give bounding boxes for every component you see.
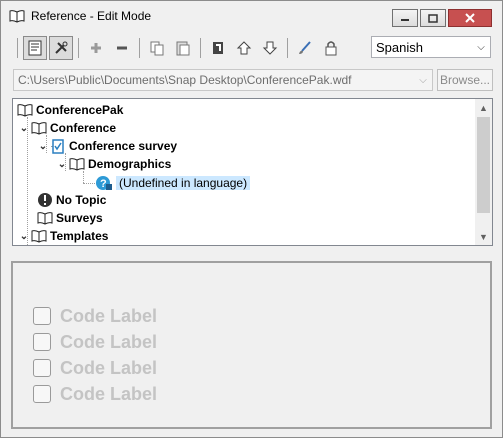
tree-item-templates[interactable]: ⌄ Templates bbox=[19, 227, 109, 245]
copy-button[interactable] bbox=[145, 36, 169, 60]
document-view-icon bbox=[28, 40, 42, 56]
copy-icon bbox=[150, 41, 164, 56]
code-checkbox[interactable] bbox=[33, 385, 51, 403]
move-up-button[interactable] bbox=[232, 36, 256, 60]
minimize-button[interactable] bbox=[392, 9, 418, 27]
code-checkbox[interactable] bbox=[33, 333, 51, 351]
minimize-icon bbox=[401, 19, 409, 21]
window-title: Reference - Edit Mode bbox=[31, 9, 152, 23]
book-open-icon bbox=[31, 122, 47, 135]
paste-icon bbox=[176, 41, 190, 56]
format-button[interactable] bbox=[293, 36, 317, 60]
code-checkbox[interactable] bbox=[33, 359, 51, 377]
book-open-icon bbox=[31, 230, 47, 243]
topic-tree[interactable]: ConferencePak ⌄ Conference ⌄ Conference … bbox=[12, 98, 493, 246]
chevron-down-icon[interactable]: ⌄ bbox=[57, 159, 67, 170]
undefined-question-icon: ? bbox=[96, 176, 112, 190]
toolbar-separator bbox=[78, 38, 79, 58]
move-down-button[interactable] bbox=[258, 36, 282, 60]
code-item[interactable]: Code Label bbox=[33, 357, 157, 379]
tree-item-no-topic[interactable]: No Topic bbox=[37, 191, 106, 209]
language-value: Spanish bbox=[376, 39, 423, 55]
chevron-down-icon: ⌵ bbox=[477, 41, 485, 53]
lock-icon bbox=[325, 41, 337, 56]
add-button[interactable] bbox=[84, 36, 108, 60]
remove-button[interactable] bbox=[110, 36, 134, 60]
tree-item-label: Surveys bbox=[56, 211, 103, 225]
language-dropdown[interactable]: Spanish ⌵ bbox=[371, 36, 491, 58]
code-label: Code Label bbox=[60, 357, 158, 378]
arrow-up-icon bbox=[236, 41, 252, 55]
book-open-icon bbox=[69, 158, 85, 171]
brush-icon bbox=[299, 41, 311, 54]
minus-icon bbox=[117, 46, 127, 50]
toolbar-separator bbox=[139, 38, 140, 58]
panel-splitter[interactable] bbox=[9, 251, 495, 257]
scrollbar-thumb[interactable] bbox=[477, 117, 490, 213]
browse-button[interactable]: Browse... bbox=[437, 69, 493, 91]
tree-item-label: Demographics bbox=[88, 157, 172, 171]
paste-button[interactable] bbox=[171, 36, 195, 60]
tree-item-label: ConferencePak bbox=[36, 103, 124, 117]
maximize-icon bbox=[428, 13, 438, 23]
file-path-combobox[interactable]: C:\Users\Public\Documents\Snap Desktop\C… bbox=[13, 69, 433, 91]
tree-item-label: Conference survey bbox=[69, 139, 178, 153]
chevron-down-icon[interactable]: ⌄ bbox=[38, 141, 48, 152]
arrow-down-icon bbox=[262, 41, 278, 55]
toolbar-separator bbox=[200, 38, 201, 58]
maximize-button[interactable] bbox=[420, 9, 446, 27]
toolbar-separator bbox=[17, 38, 18, 58]
import-icon bbox=[213, 42, 223, 54]
tree-connector bbox=[83, 183, 95, 184]
lock-button[interactable] bbox=[319, 36, 343, 60]
tree-item-conference[interactable]: ⌄ Conference bbox=[19, 119, 116, 137]
close-button[interactable] bbox=[448, 9, 492, 27]
chevron-down-icon[interactable]: ⌄ bbox=[19, 231, 29, 242]
tree-item-label: Conference bbox=[50, 121, 117, 135]
view-mode-button[interactable] bbox=[23, 36, 47, 60]
scroll-up-icon[interactable]: ▲ bbox=[475, 99, 492, 116]
code-checkbox[interactable] bbox=[33, 307, 51, 325]
reference-window: Reference - Edit Mode Spanish ⌵ C:\Users… bbox=[0, 0, 503, 438]
chevron-down-icon: ⌵ bbox=[419, 74, 427, 86]
tree-item-conferencepak[interactable]: ConferencePak bbox=[17, 101, 123, 119]
code-item[interactable]: Code Label bbox=[33, 331, 157, 353]
edit-mode-button[interactable] bbox=[49, 36, 73, 60]
import-button[interactable] bbox=[206, 36, 230, 60]
exclamation-icon bbox=[38, 193, 52, 207]
tree-scrollbar[interactable]: ▲ ▼ bbox=[475, 99, 492, 245]
chevron-down-icon[interactable]: ⌄ bbox=[19, 123, 29, 134]
code-item[interactable]: Code Label bbox=[33, 305, 157, 327]
tree-item-conference-survey[interactable]: ⌄ Conference survey bbox=[38, 137, 177, 155]
code-label: Code Label bbox=[60, 305, 158, 326]
tree-item-label: (Undefined in language) bbox=[116, 176, 251, 190]
tree-item-demographics[interactable]: ⌄ Demographics bbox=[57, 155, 172, 173]
book-open-icon bbox=[17, 104, 33, 117]
tree-item-label: Templates bbox=[50, 229, 109, 243]
code-preview-panel: Code Label Code Label Code Label Code La… bbox=[11, 261, 492, 429]
tree-item-surveys[interactable]: Surveys bbox=[37, 209, 103, 227]
close-icon bbox=[465, 13, 475, 23]
survey-clipboard-icon bbox=[52, 139, 64, 154]
code-item[interactable]: Code Label bbox=[33, 383, 157, 405]
title-bar: Reference - Edit Mode bbox=[1, 1, 502, 31]
code-label: Code Label bbox=[60, 331, 158, 352]
tree-item-undefined[interactable]: ? (Undefined in language) bbox=[95, 174, 251, 192]
code-label: Code Label bbox=[60, 383, 158, 404]
file-path-value: C:\Users\Public\Documents\Snap Desktop\C… bbox=[18, 73, 352, 87]
tree-item-label: No Topic bbox=[56, 193, 107, 207]
toolbar-separator bbox=[287, 38, 288, 58]
book-open-icon bbox=[9, 8, 27, 24]
scroll-down-icon[interactable]: ▼ bbox=[475, 228, 492, 245]
svg-text:?: ? bbox=[100, 178, 107, 190]
toolbar: Spanish ⌵ bbox=[13, 35, 493, 61]
book-open-icon bbox=[37, 212, 53, 225]
tools-icon bbox=[55, 41, 68, 54]
plus-icon bbox=[91, 43, 101, 53]
